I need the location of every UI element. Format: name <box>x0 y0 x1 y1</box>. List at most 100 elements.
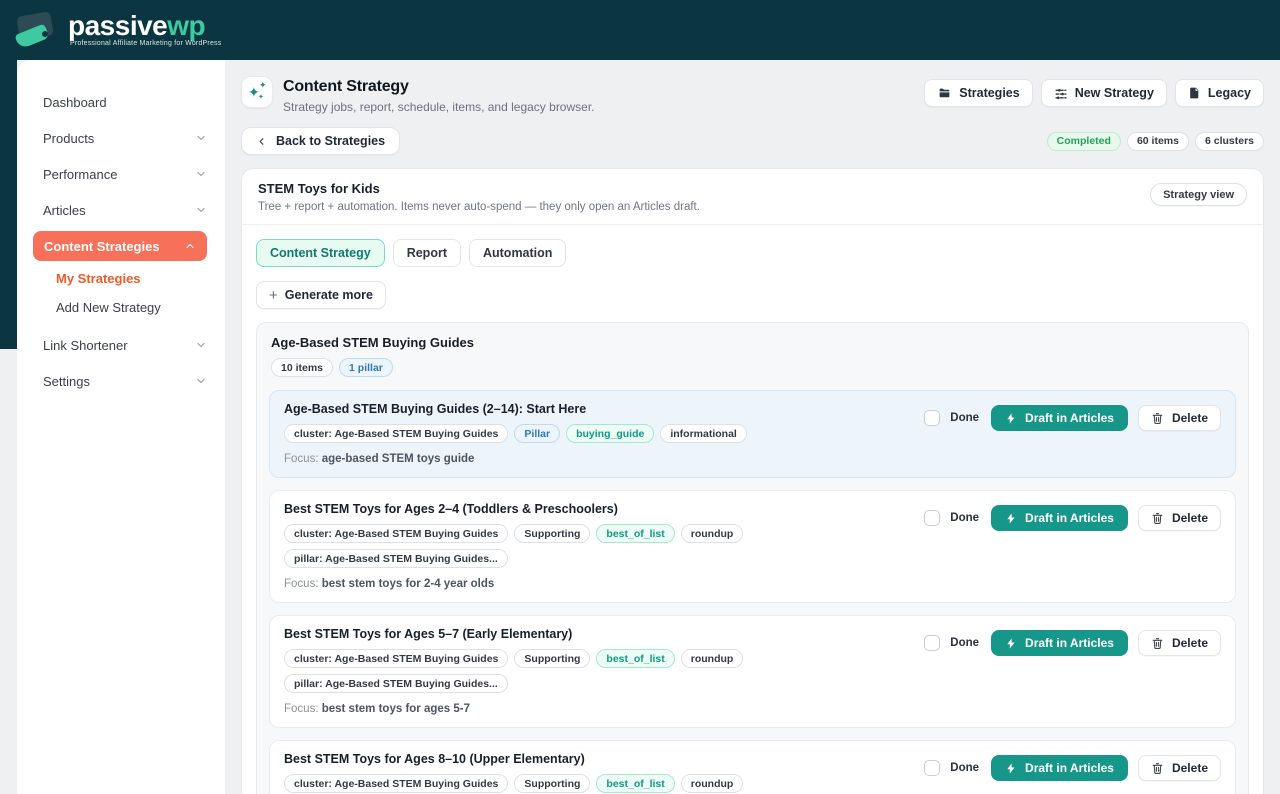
sidebar-item-label: Settings <box>43 374 90 389</box>
draft-in-articles-button[interactable]: Draft in Articles <box>991 630 1128 656</box>
sidebar-item-label: Performance <box>43 167 117 182</box>
cluster-panel: Age-Based STEM Buying Guides 10 items 1 p… <box>256 322 1249 794</box>
back-to-strategies-button[interactable]: Back to Strategies <box>241 127 400 155</box>
sidebar-item-label: Dashboard <box>43 95 107 110</box>
status-badge: 60 items <box>1127 132 1189 151</box>
item-focus: Focus: age-based STEM toys guide <box>284 453 747 465</box>
draft-in-articles-button[interactable]: Draft in Articles <box>991 505 1128 531</box>
legacy-label: Legacy <box>1208 86 1251 100</box>
tab-content-strategy[interactable]: Content Strategy <box>256 239 385 267</box>
strategy-view-button[interactable]: Strategy view <box>1150 183 1247 206</box>
sidebar-item-content-strategies[interactable]: Content Strategies <box>33 231 207 261</box>
done-label: Done <box>950 412 979 424</box>
strategy-title: STEM Toys for Kids <box>258 181 700 196</box>
trash-icon <box>1151 411 1164 425</box>
brand-tagline: Professional Affiliate Marketing for Wor… <box>68 41 221 48</box>
item-badge: cluster: Age-Based STEM Buying Guides <box>284 649 508 668</box>
trash-icon <box>1151 761 1164 775</box>
strategy-card: STEM Toys for Kids Tree + report + autom… <box>241 168 1264 794</box>
chevron-down-icon <box>195 132 207 144</box>
delete-button-label: Delete <box>1172 411 1208 425</box>
done-checkbox[interactable] <box>924 760 940 776</box>
item-badge: cluster: Age-Based STEM Buying Guides <box>284 774 508 793</box>
item-badge: Supporting <box>514 774 590 793</box>
delete-button[interactable]: Delete <box>1138 505 1221 531</box>
done-label: Done <box>950 512 979 524</box>
brand-logo[interactable]: passivewp Professional Affiliate Marketi… <box>14 9 221 51</box>
chevron-left-icon <box>256 136 267 147</box>
item-badge: best_of_list <box>596 774 674 793</box>
cluster-item-list: Age-Based STEM Buying Guides (2–14): Sta… <box>269 390 1236 794</box>
brand-accent: wp <box>167 10 205 41</box>
sidebar-item-my-strategies[interactable]: My Strategies <box>56 264 207 293</box>
topbar: passivewp Professional Affiliate Marketi… <box>0 0 1280 60</box>
cluster-title: Age-Based STEM Buying Guides <box>271 335 1236 350</box>
delete-button[interactable]: Delete <box>1138 405 1221 431</box>
item-info: Best STEM Toys for Ages 8–10 (Upper Elem… <box>284 752 908 794</box>
draft-button-label: Draft in Articles <box>1025 511 1114 525</box>
sidebar-item-settings[interactable]: Settings <box>43 363 207 399</box>
sidebar-item-label: My Strategies <box>56 271 141 286</box>
chevron-down-icon <box>195 339 207 351</box>
trash-icon <box>1151 636 1164 650</box>
item-badge: cluster: Age-Based STEM Buying Guides <box>284 424 508 443</box>
main-content: ✦✦✦ Content Strategy Strategy jobs, repo… <box>225 60 1280 794</box>
sidebar-item-add-new-strategy[interactable]: Add New Strategy <box>56 293 207 322</box>
sidebar-item-label: Add New Strategy <box>56 300 161 315</box>
item-title: Best STEM Toys for Ages 8–10 (Upper Elem… <box>284 752 908 766</box>
sidebar-item-products[interactable]: Products <box>43 120 207 156</box>
chevron-up-icon <box>184 240 196 252</box>
draft-button-label: Draft in Articles <box>1025 761 1114 775</box>
delete-button[interactable]: Delete <box>1138 755 1221 781</box>
item-badge: pillar: Age-Based STEM Buying Guides... <box>284 549 508 568</box>
page-subtitle: Strategy jobs, report, schedule, items, … <box>283 100 595 114</box>
item-title: Best STEM Toys for Ages 5–7 (Early Eleme… <box>284 627 908 641</box>
sidebar-item-link-shortener[interactable]: Link Shortener <box>43 327 207 363</box>
cluster-badge: 10 items <box>271 358 333 377</box>
bolt-icon <box>1005 412 1017 425</box>
strategy-card-body: Content Strategy Report Automation + Gener… <box>242 225 1263 794</box>
chevron-down-icon <box>195 168 207 180</box>
sidebar-item-articles[interactable]: Articles <box>43 192 207 228</box>
new-strategy-button[interactable]: New Strategy <box>1041 79 1167 107</box>
cluster-badges: 10 items 1 pillar <box>271 358 1236 377</box>
draft-in-articles-button[interactable]: Draft in Articles <box>991 405 1128 431</box>
delete-button-label: Delete <box>1172 511 1208 525</box>
strategy-item-card: Age-Based STEM Buying Guides (2–14): Sta… <box>269 390 1236 478</box>
item-badge: roundup <box>681 524 744 543</box>
item-title: Age-Based STEM Buying Guides (2–14): Sta… <box>284 402 747 416</box>
done-checkbox[interactable] <box>924 635 940 651</box>
sidebar-item-label: Products <box>43 131 94 146</box>
sidebar-item-label: Articles <box>43 203 86 218</box>
bolt-icon <box>1005 512 1017 525</box>
item-actions: Done Draft in Articles Delete <box>924 405 1221 431</box>
generate-more-button[interactable]: + Generate more <box>256 281 386 309</box>
legacy-button[interactable]: Legacy <box>1175 79 1264 107</box>
brand-text: passivewp Professional Affiliate Marketi… <box>68 12 221 48</box>
delete-button[interactable]: Delete <box>1138 630 1221 656</box>
bolt-icon <box>1005 637 1017 650</box>
item-badges: cluster: Age-Based STEM Buying GuidesSup… <box>284 524 908 568</box>
item-actions: DoneDraft in ArticlesDelete <box>924 630 1221 656</box>
sparkles-icon: ✦✦✦ <box>241 76 273 108</box>
brand-primary: passive <box>68 10 167 41</box>
item-badge: best_of_list <box>596 524 674 543</box>
brand-tag-icon <box>14 9 60 51</box>
chevron-down-icon <box>195 204 207 216</box>
tab-automation[interactable]: Automation <box>469 239 566 267</box>
folder-icon <box>937 87 952 100</box>
done-checkbox[interactable] <box>924 410 940 426</box>
strategy-item-card: Best STEM Toys for Ages 8–10 (Upper Elem… <box>269 740 1236 794</box>
sidebar-item-dashboard[interactable]: Dashboard <box>43 84 207 120</box>
item-badge: Supporting <box>514 649 590 668</box>
cluster-badge: 1 pillar <box>339 358 393 377</box>
strategies-button[interactable]: Strategies <box>924 79 1032 107</box>
sidebar-item-label: Link Shortener <box>43 338 128 353</box>
done-checkbox[interactable] <box>924 510 940 526</box>
draft-in-articles-button[interactable]: Draft in Articles <box>991 755 1128 781</box>
sidebar-item-performance[interactable]: Performance <box>43 156 207 192</box>
item-badge: roundup <box>681 774 744 793</box>
tab-report[interactable]: Report <box>393 239 461 267</box>
sidebar-nav: DashboardProductsPerformanceArticlesCont… <box>43 84 207 399</box>
item-badge: informational <box>660 424 747 443</box>
